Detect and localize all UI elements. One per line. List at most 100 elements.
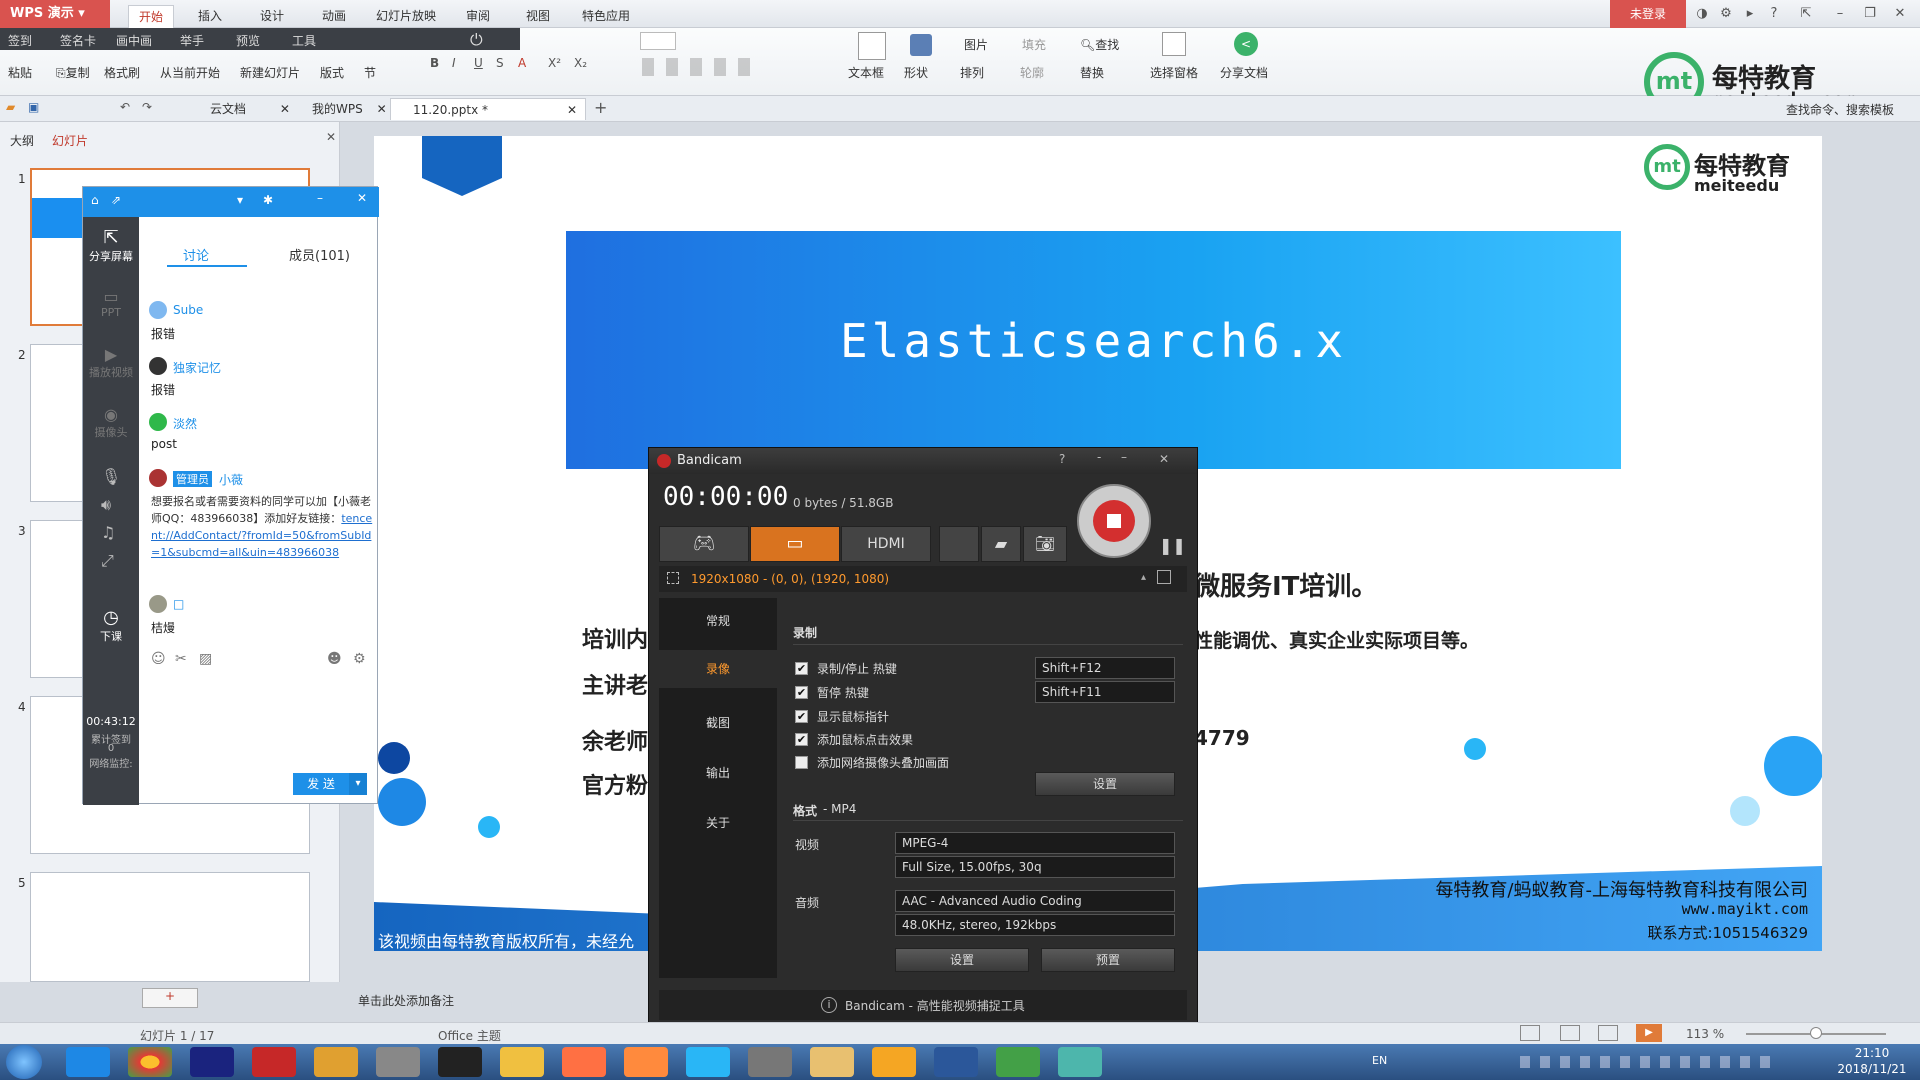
help-icon[interactable]: ?: [1764, 4, 1784, 24]
paragraph-align-icon[interactable]: [642, 58, 762, 76]
ppt-button[interactable]: ▭ PPT: [83, 287, 139, 319]
play-slideshow-icon[interactable]: ▶: [1636, 1024, 1662, 1042]
zoom-level[interactable]: 113 %: [1686, 1027, 1724, 1041]
open-folder-button[interactable]: ▰: [981, 526, 1021, 562]
tab-cloud-docs[interactable]: 云文档 ✕: [188, 98, 304, 120]
chat-username[interactable]: 小薇: [219, 471, 243, 488]
toolbar-preview[interactable]: 预览: [236, 32, 260, 49]
copy-button[interactable]: ⎘复制: [56, 64, 90, 81]
add-slide-button[interactable]: +: [142, 988, 198, 1008]
format-preset-button[interactable]: 预置: [1041, 948, 1175, 972]
chat-username[interactable]: Sube: [173, 303, 203, 317]
feedback-icon[interactable]: ▸: [1740, 4, 1760, 24]
app-taskbar-icon[interactable]: [686, 1047, 730, 1077]
image-button[interactable]: 图片: [964, 36, 988, 53]
nav-output[interactable]: 输出: [659, 764, 777, 781]
word-taskbar-icon[interactable]: [934, 1047, 978, 1077]
close-icon[interactable]: ✕: [1890, 4, 1910, 24]
tab-outline[interactable]: 大纲: [10, 132, 34, 149]
toolbar-checkin[interactable]: 签到: [8, 32, 32, 49]
skype-taskbar-icon[interactable]: [66, 1047, 110, 1077]
close-panel-icon[interactable]: ✕: [326, 130, 336, 144]
bandicam-footer-text[interactable]: Bandicam - 高性能视频捕捉工具: [845, 997, 1025, 1014]
bandicam-minimize-icon[interactable]: –: [1121, 450, 1127, 464]
chat-minimize-icon[interactable]: –: [317, 191, 323, 205]
new-tab-icon[interactable]: +: [594, 98, 607, 117]
fullscreen-icon[interactable]: ⤢: [101, 551, 114, 571]
checkbox-pause-hotkey[interactable]: ✔: [795, 686, 808, 699]
superscript-icon[interactable]: X²: [548, 56, 561, 70]
speaker-icon[interactable]: 🔊︎: [101, 495, 111, 515]
app-taskbar-icon[interactable]: [996, 1047, 1040, 1077]
emoji-icon[interactable]: ☺: [151, 651, 166, 667]
share-screen-button[interactable]: ⇱ 分享屏幕: [83, 227, 139, 264]
section-button[interactable]: 节: [364, 64, 376, 81]
close-tab-icon[interactable]: ✕: [567, 99, 577, 121]
normal-view-icon[interactable]: [1520, 1025, 1540, 1041]
record-hotkey-field[interactable]: Shift+F12: [1035, 657, 1175, 679]
tab-home[interactable]: 开始: [128, 5, 175, 28]
toolbar-pip[interactable]: 画中画: [116, 32, 152, 49]
shadow-icon[interactable]: S: [496, 56, 504, 70]
close-tab-icon[interactable]: ✕: [377, 102, 387, 116]
chrome-taskbar-icon[interactable]: [128, 1047, 172, 1077]
pause-hotkey-field[interactable]: Shift+F11: [1035, 681, 1175, 703]
fill-button[interactable]: 填充: [1022, 36, 1046, 53]
nav-video[interactable]: 录像: [659, 650, 777, 688]
chat-close-icon[interactable]: ✕: [357, 191, 367, 205]
eclipse-taskbar-icon[interactable]: [190, 1047, 234, 1077]
tab-review[interactable]: 审阅: [456, 5, 500, 28]
dropdown-icon[interactable]: ▾: [237, 193, 243, 207]
arrange-button[interactable]: 排列: [960, 64, 984, 81]
checkbox-webcam-overlay[interactable]: [795, 756, 808, 769]
region-collapse-icon[interactable]: ▴: [1141, 572, 1146, 583]
search-command-input[interactable]: 查找命令、搜索模板: [1786, 101, 1894, 118]
folder-taskbar-icon[interactable]: [810, 1047, 854, 1077]
save-icon[interactable]: ▣: [28, 100, 39, 114]
power-icon[interactable]: ⏻: [470, 30, 483, 50]
share-doc-button[interactable]: 分享文档: [1220, 64, 1268, 81]
play-video-button[interactable]: ▶ 播放视频: [83, 345, 139, 380]
start-button-icon[interactable]: [6, 1045, 42, 1079]
bandicam-collapse-icon[interactable]: -: [1097, 450, 1101, 464]
nav-about[interactable]: 关于: [659, 814, 777, 831]
record-button[interactable]: [1077, 484, 1151, 558]
screenshot-button[interactable]: 📷︎: [1023, 526, 1067, 562]
toolbar-signcard[interactable]: 签名卡: [60, 32, 96, 49]
wps-app-button[interactable]: WPS 演示 ▾: [0, 0, 110, 28]
checkbox-show-cursor[interactable]: ✔: [795, 710, 808, 723]
shape-button[interactable]: 形状: [904, 64, 928, 81]
hdmi-mode-button[interactable]: HDMI: [841, 526, 931, 562]
tab-discuss[interactable]: 讨论: [183, 245, 209, 264]
checkbox-click-effect[interactable]: ✔: [795, 733, 808, 746]
login-button[interactable]: 未登录: [1610, 0, 1686, 28]
microphone-icon[interactable]: 🎙︎: [101, 467, 121, 486]
app-taskbar-icon[interactable]: [1058, 1047, 1102, 1077]
tab-animation[interactable]: 动画: [312, 5, 356, 28]
minimize-icon[interactable]: –: [1830, 4, 1850, 24]
end-class-button[interactable]: ◷ 下课: [83, 607, 139, 644]
textbox-button[interactable]: 文本框: [848, 64, 884, 81]
format-settings-button[interactable]: 设置: [895, 948, 1029, 972]
user-icon[interactable]: ☻: [327, 651, 342, 667]
toolbar-raise-hand[interactable]: 举手: [180, 32, 204, 49]
slide-sorter-icon[interactable]: [1560, 1025, 1580, 1041]
from-current-button[interactable]: 从当前开始: [160, 64, 220, 81]
select-pane-button[interactable]: 选择窗格: [1150, 64, 1198, 81]
tab-my-wps[interactable]: 我的WPS ✕: [290, 98, 401, 120]
undo-icon[interactable]: ↶: [120, 100, 130, 114]
chat-username[interactable]: 淡然: [173, 415, 197, 432]
app-taskbar-icon[interactable]: [562, 1047, 606, 1077]
image-icon[interactable]: ▨: [199, 651, 212, 667]
slide-thumbnail-5[interactable]: [30, 872, 310, 982]
audio-taskbar-icon[interactable]: [872, 1047, 916, 1077]
share-out-icon[interactable]: ⇗: [111, 193, 121, 207]
italic-icon[interactable]: I: [452, 56, 456, 70]
app-taskbar-icon[interactable]: [500, 1047, 544, 1077]
game-mode-button[interactable]: 🎮︎: [659, 526, 749, 562]
send-options-icon[interactable]: ▾: [349, 773, 367, 795]
tab-insert[interactable]: 插入: [188, 5, 232, 28]
pause-icon[interactable]: ❚❚: [1159, 536, 1186, 555]
zoom-slider-thumb[interactable]: [1810, 1027, 1822, 1039]
reading-view-icon[interactable]: [1598, 1025, 1618, 1041]
